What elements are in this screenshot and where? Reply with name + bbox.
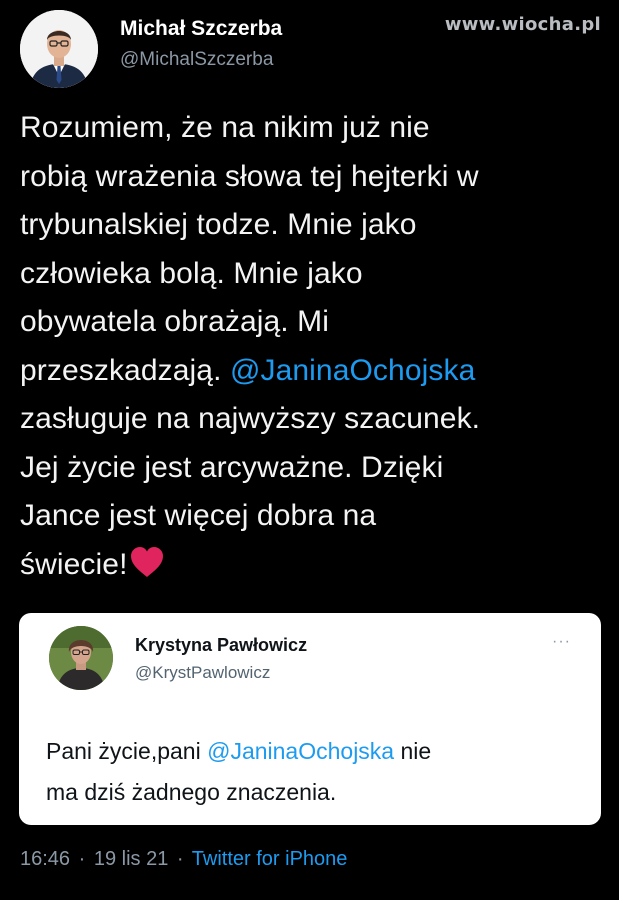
tweet-line: przeszkadzają. xyxy=(20,353,230,387)
heart-icon xyxy=(130,545,164,594)
tweet-header: Michał Szczerba @MichalSzczerba xyxy=(20,10,282,88)
tweet-line: robią wrażenia słowa tej hejterki w xyxy=(20,159,479,193)
tweet-line: Rozumiem, że na nikim już nie xyxy=(20,111,430,144)
quoted-tweet-text: Pani życie,pani @JaninaOchojska nie ma dz… xyxy=(46,731,576,813)
meta-separator: · xyxy=(78,848,86,870)
quoted-text-part: Pani życie,pani xyxy=(46,738,208,764)
author-names: Michał Szczerba @MichalSzczerba xyxy=(120,17,282,71)
quoted-tweet[interactable]: Krystyna Pawłowicz @KrystPawlowicz ··· P… xyxy=(19,613,601,825)
tweet-date[interactable]: 19 lis 21 xyxy=(94,848,169,870)
quoted-mention-link[interactable]: @JaninaOchojska xyxy=(207,738,394,764)
tweet-line: trybunalskiej todze. Mnie jako xyxy=(20,208,417,241)
author-display-name[interactable]: Michał Szczerba xyxy=(120,17,282,41)
tweet-line: Jance jest więcej dobra na xyxy=(20,499,377,532)
tweet-time[interactable]: 16:46 xyxy=(20,848,70,870)
meta-separator: · xyxy=(176,848,184,870)
tweet-line: zasługuje na najwyższy szacunek. xyxy=(20,402,481,435)
watermark: www.wiocha.pl xyxy=(444,14,601,35)
author-avatar[interactable] xyxy=(20,10,98,88)
quoted-author-photo-icon xyxy=(49,626,113,690)
tweet-line: człowieka bolą. Mnie jako xyxy=(20,256,363,290)
quoted-author-name[interactable]: Krystyna Pawłowicz xyxy=(135,635,307,656)
more-options-icon[interactable]: ··· xyxy=(552,633,571,651)
quoted-text-part: nie xyxy=(394,738,432,764)
tweet-line: świecie! xyxy=(20,547,128,581)
quoted-text-part: ma dziś żadnego znaczenia. xyxy=(46,779,337,805)
quoted-author-handle[interactable]: @KrystPawlowicz xyxy=(135,663,270,683)
author-handle[interactable]: @MichalSzczerba xyxy=(120,49,282,71)
tweet-line: Jej życie jest arcyważne. Dzięki xyxy=(20,450,444,484)
tweet-line: obywatela obrażają. Mi xyxy=(20,305,330,338)
tweet-meta: 16:46 · 19 lis 21 · Twitter for iPhone xyxy=(20,848,347,871)
mention-link[interactable]: @JaninaOchojska xyxy=(230,354,475,387)
author-photo-icon xyxy=(20,10,98,88)
tweet-source-link[interactable]: Twitter for iPhone xyxy=(192,848,348,870)
quoted-author-avatar[interactable] xyxy=(49,626,113,690)
tweet-text: Rozumiem, że na nikim już nie robią wraż… xyxy=(20,104,610,593)
